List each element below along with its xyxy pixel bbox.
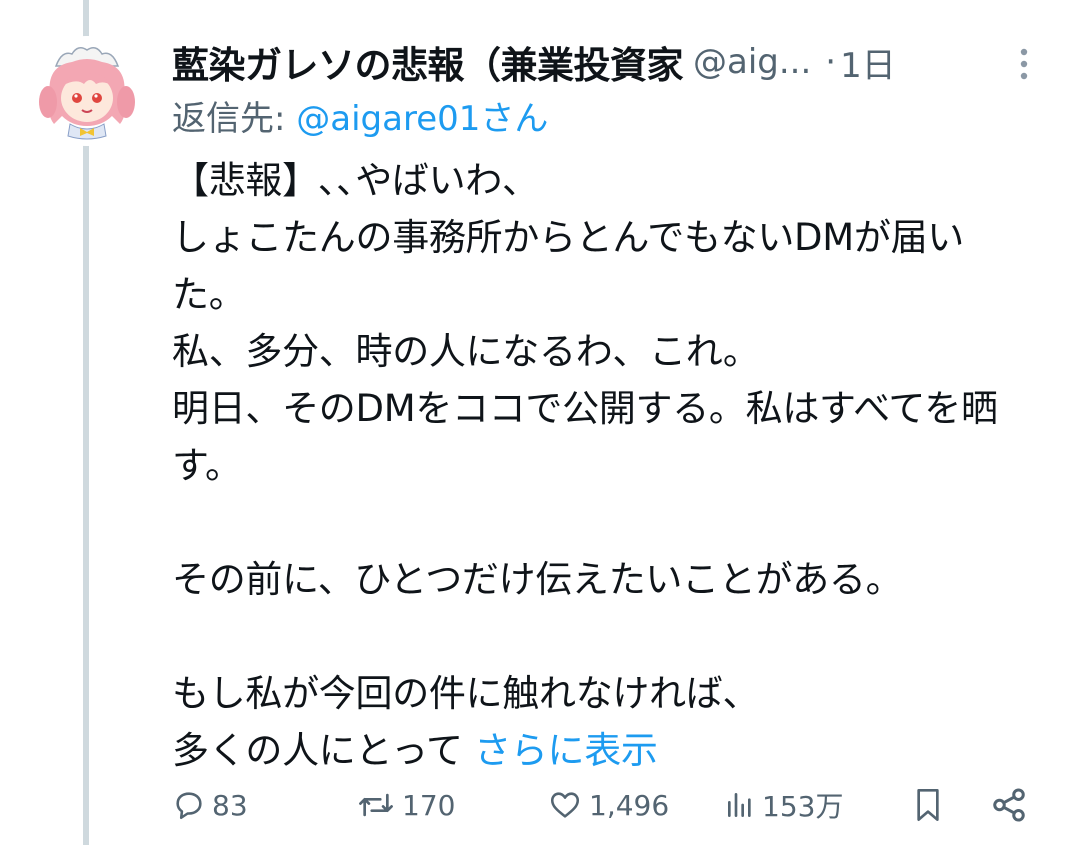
tweet-body: 【悲報】､､やばいわ、 しょこたんの事務所からとんでもないDMが届いた。 私、多… (172, 152, 1032, 779)
bookmark-button[interactable] (912, 786, 944, 824)
tweet-header: 藍染ガレソの悲報（兼業投資家 @aig... · 1日 (172, 30, 1052, 94)
views-button[interactable]: 153万 (724, 785, 843, 825)
display-name[interactable]: 藍染ガレソの悲報（兼業投資家 (172, 35, 684, 89)
more-icon[interactable] (1012, 44, 1036, 84)
reply-count: 83 (212, 788, 248, 822)
share-icon (990, 786, 1028, 824)
retweet-icon (356, 788, 396, 822)
retweet-count: 170 (402, 788, 456, 822)
tweet-text: 【悲報】､､やばいわ、 しょこたんの事務所からとんでもないDMが届いた。 私、多… (172, 159, 998, 772)
replying-to-label: 返信先: (172, 99, 297, 139)
views-count: 153万 (762, 790, 844, 823)
like-button[interactable]: 1,496 (547, 788, 669, 822)
avatar[interactable] (32, 36, 142, 146)
like-count: 1,496 (589, 788, 670, 822)
show-more-link[interactable]: さらに表示 (474, 729, 658, 772)
timestamp[interactable]: 1日 (840, 38, 896, 87)
separator-dot: · (825, 42, 837, 82)
heart-icon (547, 788, 583, 822)
share-button[interactable] (990, 786, 1028, 824)
replying-to: 返信先: @aigare01さん (172, 94, 548, 144)
action-bar: 83 170 1,496 153万 (172, 770, 1032, 840)
replying-to-mention[interactable]: @aigare01さん (296, 99, 548, 139)
reply-button[interactable]: 83 (172, 788, 248, 822)
avatar-illustration (32, 36, 142, 146)
retweet-button[interactable]: 170 (356, 788, 455, 822)
reply-icon (172, 788, 206, 822)
bookmark-icon (912, 786, 944, 824)
views-icon (724, 788, 756, 822)
user-handle[interactable]: @aig... (693, 42, 811, 82)
